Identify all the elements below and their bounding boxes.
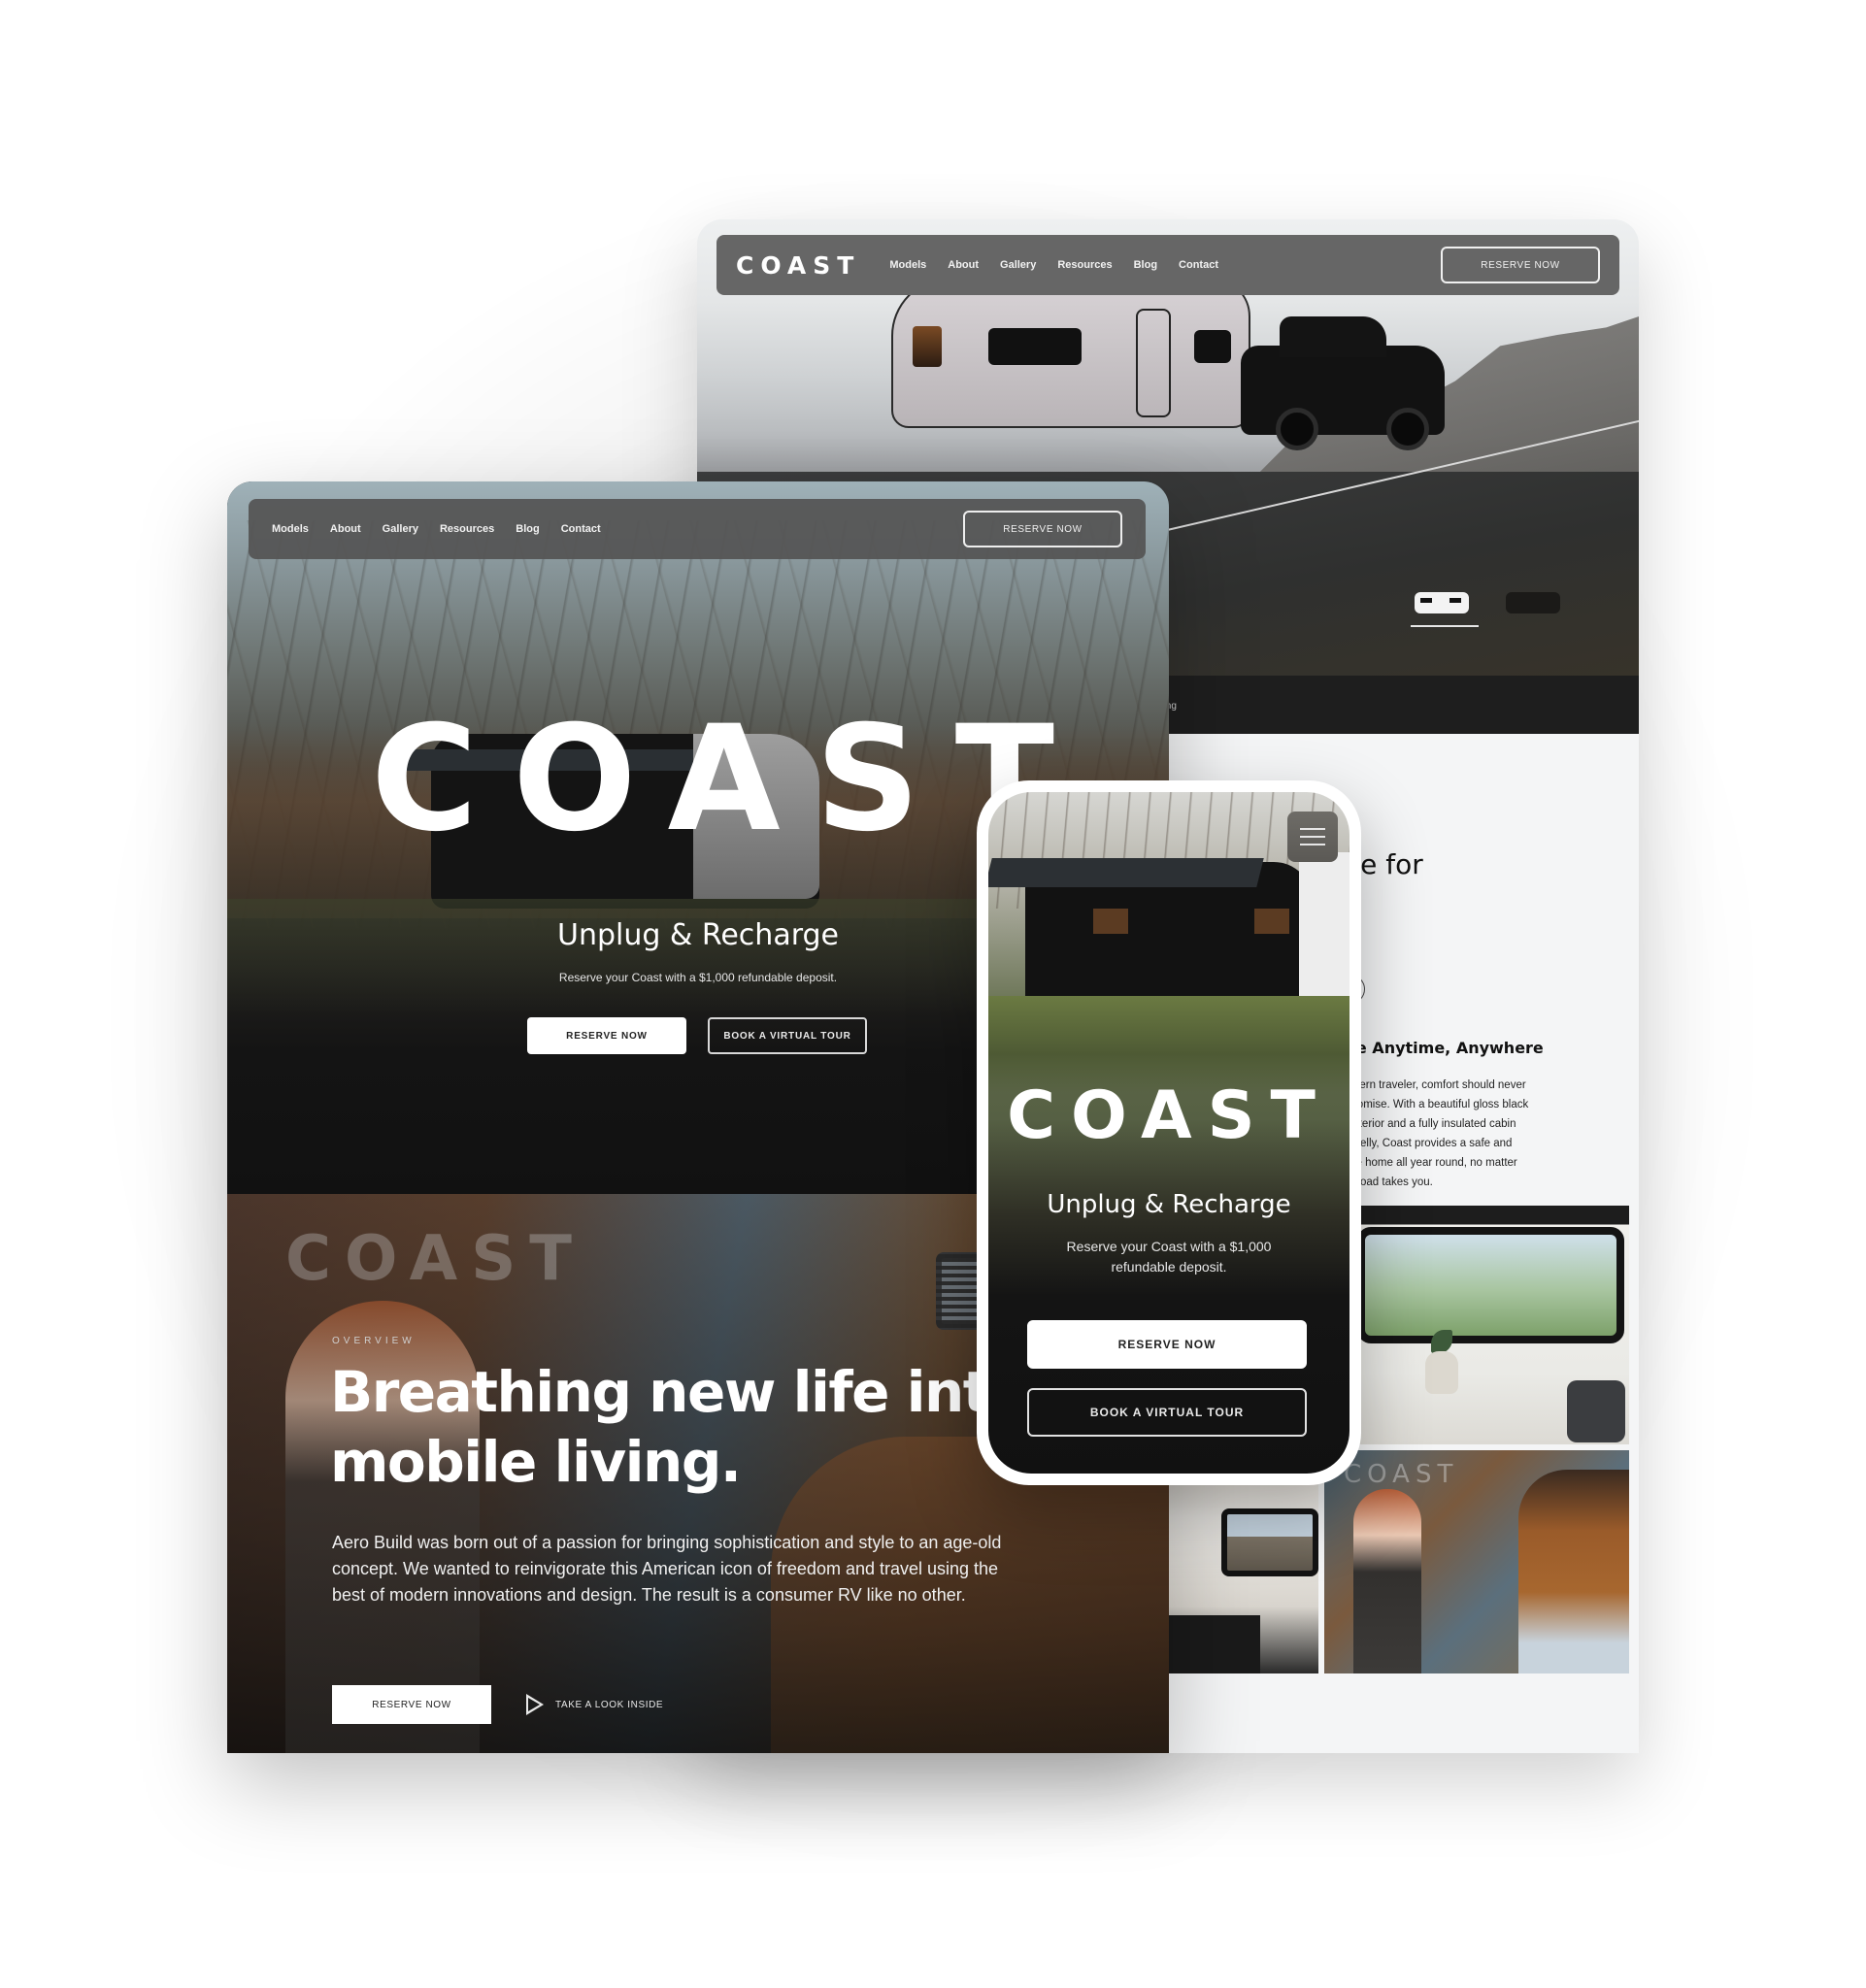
trailer-awning xyxy=(988,858,1264,887)
reserve-now-button[interactable]: RESERVE NOW xyxy=(332,1685,491,1724)
window-mountain-view xyxy=(1221,1508,1318,1576)
model-thumb-black[interactable] xyxy=(1502,588,1570,619)
nav-item-about[interactable]: About xyxy=(948,259,979,271)
mobile-reserve-now-button[interactable]: RESERVE NOW xyxy=(1027,1320,1307,1369)
virtual-tour-button[interactable]: BOOK A VIRTUAL TOUR xyxy=(708,1017,867,1054)
nav-item-contact[interactable]: Contact xyxy=(561,523,601,535)
mobile-screen: COAST Unplug & Recharge Reserve your Coa… xyxy=(988,792,1350,1474)
reserve-now-button[interactable]: RESERVE NOW xyxy=(963,511,1122,547)
thumb-window xyxy=(1449,598,1461,603)
woman-figure xyxy=(1353,1489,1421,1673)
truck-cab xyxy=(1280,316,1386,357)
hamburger-icon xyxy=(1300,836,1325,838)
pickup-truck-image xyxy=(1241,316,1445,450)
hamburger-icon xyxy=(1300,828,1325,830)
nav-item-resources[interactable]: Resources xyxy=(1057,259,1112,271)
hamburger-icon xyxy=(1300,844,1325,845)
paragraph-line: table home all year round, no matter xyxy=(1338,1157,1517,1169)
reserve-now-button[interactable]: RESERVE NOW xyxy=(527,1017,686,1054)
nav-item-models[interactable]: Models xyxy=(889,259,926,271)
mobile-virtual-tour-button[interactable]: BOOK A VIRTUAL TOUR xyxy=(1027,1388,1307,1437)
overview-actions: RESERVE NOW TAKE A LOOK INSIDE xyxy=(332,1685,663,1724)
overview-title: Breathing new life into mobile living. xyxy=(330,1359,1027,1495)
nav-item-models[interactable]: Models xyxy=(272,523,309,535)
nav-item-contact[interactable]: Contact xyxy=(1179,259,1218,271)
trailer-window xyxy=(1093,909,1128,934)
back-nav-bar: COAST Models About Gallery Resources Blo… xyxy=(716,235,1619,295)
paragraph-line: mpromise. With a beautiful gloss black xyxy=(1338,1099,1529,1110)
truck-wheel xyxy=(1276,408,1318,450)
front-nav-bar: Models About Gallery Resources Blog Cont… xyxy=(249,499,1146,559)
nav-item-gallery[interactable]: Gallery xyxy=(383,523,418,535)
nav-item-about[interactable]: About xyxy=(330,523,361,535)
paragraph-line: modern traveler, comfort should never xyxy=(1338,1079,1526,1091)
model-thumb-white[interactable] xyxy=(1411,588,1479,627)
kitchen-counter xyxy=(1153,1615,1260,1673)
trailer-window xyxy=(1254,909,1289,934)
trailer-white-icon xyxy=(1415,592,1469,613)
reserve-now-button[interactable]: RESERVE NOW xyxy=(1441,247,1600,283)
overview-body: Aero Build was born out of a passion for… xyxy=(332,1533,1002,1605)
model-picker xyxy=(1411,588,1570,627)
gallery-image-couple[interactable]: COAST xyxy=(1324,1450,1629,1673)
mobile-hero-title: Unplug & Recharge xyxy=(1047,1190,1291,1219)
plant-vase xyxy=(1425,1351,1458,1394)
front-nav-links: Models About Gallery Resources Blog Cont… xyxy=(272,523,601,535)
mobile-mockup: COAST Unplug & Recharge Reserve your Coa… xyxy=(977,780,1361,1485)
feature-subheading: ore Anytime, Anywhere xyxy=(1338,1039,1544,1057)
nav-item-blog[interactable]: Blog xyxy=(1134,259,1157,271)
nav-item-blog[interactable]: Blog xyxy=(516,523,539,535)
silver-trailer-image xyxy=(891,278,1250,428)
hamburger-menu-button[interactable] xyxy=(1287,812,1338,862)
trailer-window xyxy=(988,328,1082,365)
paragraph-line: the road takes you. xyxy=(1338,1176,1433,1188)
selected-underline xyxy=(1411,625,1479,627)
window-view xyxy=(1357,1227,1624,1343)
nav-item-gallery[interactable]: Gallery xyxy=(1000,259,1036,271)
plant-leaf xyxy=(1431,1330,1452,1353)
take-a-look-inside-label: TAKE A LOOK INSIDE xyxy=(555,1699,664,1710)
back-nav-links: Models About Gallery Resources Blog Cont… xyxy=(889,259,1218,271)
trailer-window-amber xyxy=(913,326,942,367)
man-figure xyxy=(1518,1470,1629,1673)
trailer-white-end xyxy=(1299,852,1350,1017)
mobile-hero-subtitle: Reserve your Coast with a $1,000 refunda… xyxy=(1066,1239,1272,1275)
overview-eyebrow: OVERVIEW xyxy=(332,1336,416,1346)
paragraph-line: e exterior and a fully insulated cabin xyxy=(1338,1118,1516,1130)
coast-emblem: COAST xyxy=(1344,1460,1459,1489)
play-icon xyxy=(526,1694,544,1715)
take-a-look-inside-link[interactable]: TAKE A LOOK INSIDE xyxy=(526,1694,663,1715)
thumb-window xyxy=(1420,598,1432,603)
truck-wheel xyxy=(1386,408,1429,450)
coast-emblem: COAST xyxy=(285,1223,585,1295)
coast-logo[interactable]: COAST xyxy=(736,251,860,280)
feature-paragraph: modern traveler, comfort should never mp… xyxy=(1338,1076,1561,1192)
paragraph-line: derbelly, Coast provides a safe and xyxy=(1338,1138,1513,1149)
mobile-wordmark: COAST xyxy=(1007,1077,1331,1154)
trailer-door xyxy=(1136,309,1171,417)
mockup-stage: ncing COAST Models About Gallery Resourc… xyxy=(0,0,1866,1988)
trailer-black-icon xyxy=(1506,592,1560,613)
hero-buttons: RESERVE NOW BOOK A VIRTUAL TOUR xyxy=(527,1017,867,1054)
nav-item-resources[interactable]: Resources xyxy=(440,523,494,535)
trailer-window xyxy=(1194,330,1231,363)
cushion xyxy=(1567,1380,1625,1442)
